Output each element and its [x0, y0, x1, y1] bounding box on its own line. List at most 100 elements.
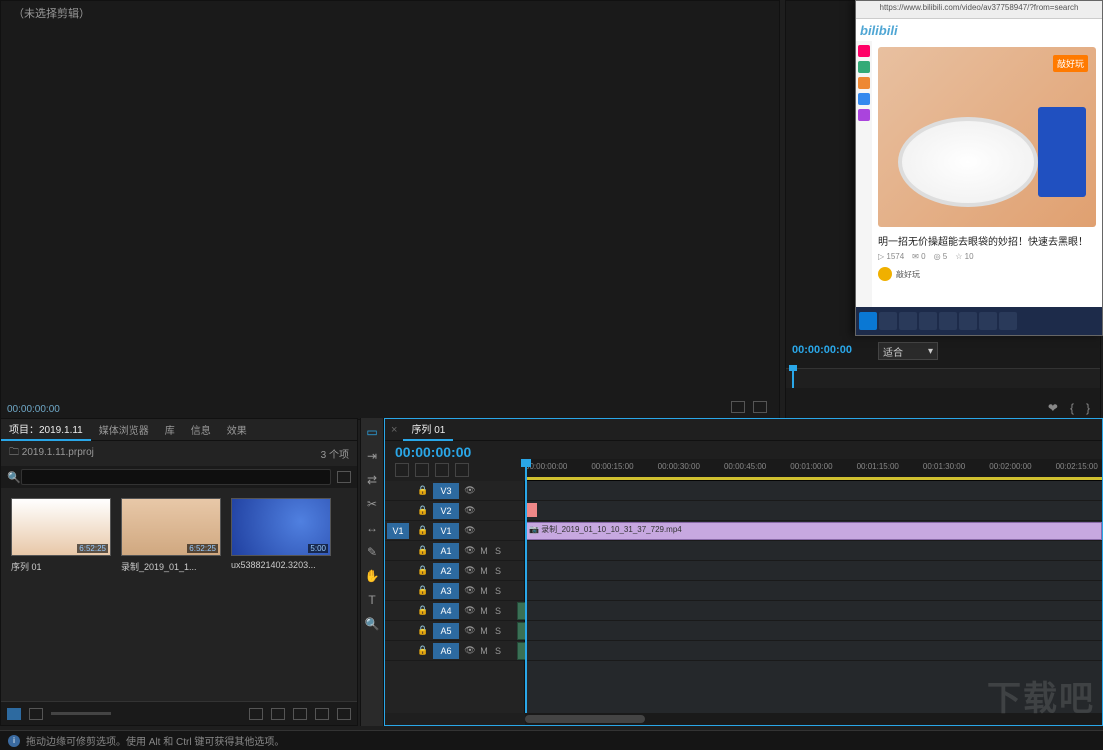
- track-target[interactable]: A3: [433, 583, 459, 599]
- lock-icon[interactable]: 🔒: [413, 625, 433, 636]
- auto-sequence-icon[interactable]: [249, 708, 263, 720]
- safe-margins-icon[interactable]: ❤: [1048, 401, 1058, 415]
- taskbar-item[interactable]: [879, 312, 897, 330]
- icon-view-icon[interactable]: [29, 708, 43, 720]
- taskbar-start-icon[interactable]: [859, 312, 877, 330]
- track-header-a6[interactable]: 🔒A6👁MS: [385, 641, 524, 661]
- video-clip[interactable]: 📷 录制_2019_01_10_10_31_37_729.mp4: [525, 522, 1102, 540]
- mute-icon[interactable]: M: [477, 586, 491, 596]
- zoom-fit-dropdown[interactable]: 适合 ▾: [878, 342, 938, 360]
- new-item-icon[interactable]: [315, 708, 329, 720]
- tab-info[interactable]: 信息: [183, 419, 219, 440]
- solo-icon[interactable]: S: [491, 546, 505, 556]
- taskbar-item[interactable]: [899, 312, 917, 330]
- mute-icon[interactable]: M: [477, 546, 491, 556]
- mute-icon[interactable]: M: [477, 606, 491, 616]
- lock-icon[interactable]: 🔒: [413, 485, 433, 496]
- solo-icon[interactable]: S: [491, 626, 505, 636]
- ripple-edit-tool-icon[interactable]: ⇄: [364, 472, 380, 488]
- zoom-tool-icon[interactable]: 🔍: [364, 616, 380, 632]
- taskbar-item[interactable]: [939, 312, 957, 330]
- track-header-a5[interactable]: 🔒A5 👁MS: [385, 621, 524, 641]
- toggle-output-icon[interactable]: 👁: [463, 605, 477, 616]
- mute-icon[interactable]: M: [477, 626, 491, 636]
- list-view-icon[interactable]: [7, 708, 21, 720]
- track-lane-a3[interactable]: [525, 581, 1102, 601]
- track-lane-a2[interactable]: [525, 561, 1102, 581]
- track-target[interactable]: V1: [433, 523, 459, 539]
- new-bin-icon[interactable]: [337, 471, 351, 483]
- track-lane-v3[interactable]: [525, 481, 1102, 501]
- track-target[interactable]: A4: [433, 603, 459, 619]
- toggle-output-icon[interactable]: 👁: [463, 545, 477, 556]
- track-lane-a6[interactable]: [525, 641, 1102, 661]
- track-content-area[interactable]: 📷 录制_2019_01_10_10_31_37_729.mp4: [525, 481, 1102, 713]
- toggle-output-icon[interactable]: 👁: [463, 565, 477, 576]
- source-patch[interactable]: V1: [387, 523, 409, 539]
- lock-icon[interactable]: 🔒: [413, 545, 433, 556]
- out-bracket-icon[interactable]: }: [1086, 401, 1090, 415]
- zoom-slider[interactable]: [51, 712, 111, 715]
- avatar[interactable]: [878, 267, 892, 281]
- tab-media-browser[interactable]: 媒体浏览器: [91, 419, 157, 440]
- toggle-output-icon[interactable]: 👁: [463, 625, 477, 636]
- timeline-scrollbar[interactable]: [525, 713, 1102, 725]
- track-target[interactable]: A2: [433, 563, 459, 579]
- browser-address-bar[interactable]: https://www.bilibili.com/video/av3775894…: [856, 1, 1102, 19]
- tab-sequence[interactable]: 序列 01: [403, 418, 453, 441]
- new-bin-button-icon[interactable]: [293, 708, 307, 720]
- overwrite-icon[interactable]: [753, 401, 767, 413]
- solo-icon[interactable]: S: [491, 586, 505, 596]
- toggle-output-icon[interactable]: 👁: [463, 645, 477, 656]
- timeline-ruler[interactable]: 00:00:00:0000:00:15:0000:00:30:0000:00:4…: [525, 459, 1102, 481]
- sidebar-icon[interactable]: [858, 45, 870, 57]
- track-lane-a4[interactable]: [525, 601, 1102, 621]
- scrollbar-thumb[interactable]: [525, 715, 645, 723]
- program-timecode[interactable]: 00:00:00:00: [792, 344, 852, 356]
- sidebar-icon[interactable]: [858, 61, 870, 73]
- sidebar-icon[interactable]: [858, 109, 870, 121]
- lock-icon[interactable]: 🔒: [413, 605, 433, 616]
- hand-tool-icon[interactable]: ✋: [364, 568, 380, 584]
- trash-icon[interactable]: [337, 708, 351, 720]
- project-item[interactable]: 6:52:25 序列 01: [11, 498, 111, 573]
- track-target[interactable]: A5: [433, 623, 459, 639]
- toggle-output-icon[interactable]: 👁: [463, 585, 477, 596]
- taskbar-item[interactable]: [919, 312, 937, 330]
- settings-icon[interactable]: [455, 463, 469, 477]
- track-header-a2[interactable]: 🔒A2 👁MS: [385, 561, 524, 581]
- sidebar-icon[interactable]: [858, 93, 870, 105]
- search-input[interactable]: [21, 469, 331, 485]
- video-title[interactable]: 明一招无价操超能去眼袋的妙招！快速去黑眼！: [878, 233, 1096, 248]
- track-target[interactable]: A6: [433, 643, 459, 659]
- toggle-output-icon[interactable]: 👁: [463, 525, 477, 536]
- slip-tool-icon[interactable]: ↔: [364, 520, 380, 536]
- track-lane-a5[interactable]: [525, 621, 1102, 641]
- lock-icon[interactable]: 🔒: [413, 525, 433, 536]
- timeline-playhead[interactable]: [525, 459, 527, 713]
- marker-icon[interactable]: [435, 463, 449, 477]
- lock-icon[interactable]: 🔒: [413, 645, 433, 656]
- track-header-v2[interactable]: 🔒V2👁: [385, 501, 524, 521]
- site-logo[interactable]: bilibili: [860, 23, 898, 38]
- snap-icon[interactable]: [395, 463, 409, 477]
- linked-selection-icon[interactable]: [415, 463, 429, 477]
- track-header-a1[interactable]: 🔒A1👁MS: [385, 541, 524, 561]
- razor-tool-icon[interactable]: ✂: [364, 496, 380, 512]
- track-lane-a1[interactable]: [525, 541, 1102, 561]
- track-select-tool-icon[interactable]: ⇥: [364, 448, 380, 464]
- lock-icon[interactable]: 🔒: [413, 505, 433, 516]
- tab-effects[interactable]: 效果: [219, 419, 255, 440]
- toggle-output-icon[interactable]: 👁: [463, 485, 477, 496]
- pen-tool-icon[interactable]: ✎: [364, 544, 380, 560]
- solo-icon[interactable]: S: [491, 566, 505, 576]
- type-tool-icon[interactable]: T: [364, 592, 380, 608]
- program-playhead[interactable]: [792, 368, 794, 388]
- tab-project[interactable]: 项目：2019.1.11: [1, 418, 91, 441]
- tab-libraries[interactable]: 库: [157, 419, 183, 440]
- lock-icon[interactable]: 🔒: [413, 565, 433, 576]
- video-thumbnail[interactable]: 敲好玩: [878, 47, 1096, 227]
- solo-icon[interactable]: S: [491, 606, 505, 616]
- mute-icon[interactable]: M: [477, 566, 491, 576]
- sidebar-icon[interactable]: [858, 77, 870, 89]
